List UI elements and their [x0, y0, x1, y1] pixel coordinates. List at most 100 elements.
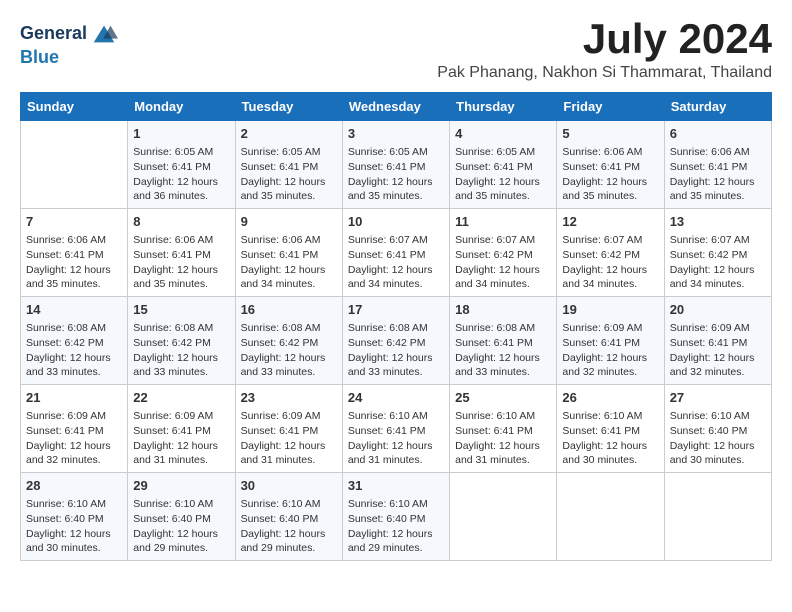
day-number: 26 — [562, 389, 658, 407]
day-number: 24 — [348, 389, 444, 407]
day-header-thursday: Thursday — [450, 93, 557, 121]
calendar-cell: 17Sunrise: 6:08 AMSunset: 6:42 PMDayligh… — [342, 297, 449, 385]
day-number: 31 — [348, 477, 444, 495]
day-number: 1 — [133, 125, 229, 143]
day-number: 30 — [241, 477, 337, 495]
calendar-cell: 27 Sunrise: 6:10 AMSunset: 6:40 PMDayligh… — [664, 385, 771, 473]
calendar-cell: 2 Sunrise: 6:05 AMSunset: 6:41 PMDaylight… — [235, 121, 342, 209]
calendar-cell: 31 Sunrise: 6:10 AMSunset: 6:40 PMDayligh… — [342, 472, 449, 560]
day-info: Sunrise: 6:10 AMSunset: 6:40 PMDaylight:… — [348, 497, 444, 556]
day-info: Sunrise: 6:10 AMSunset: 6:40 PMDaylight:… — [26, 497, 122, 556]
location-title: Pak Phanang, Nakhon Si Thammarat, Thaila… — [437, 64, 772, 82]
day-number: 12 — [562, 213, 658, 231]
calendar-cell: 9 Sunrise: 6:06 AMSunset: 6:41 PMDaylight… — [235, 209, 342, 297]
week-row-4: 21Sunrise: 6:09 AMSunset: 6:41 PMDayligh… — [21, 385, 772, 473]
calendar-cell: 25Sunrise: 6:10 AMSunset: 6:41 PMDayligh… — [450, 385, 557, 473]
calendar-cell: 29 Sunrise: 6:10 AMSunset: 6:40 PMDayligh… — [128, 472, 235, 560]
day-info: Sunrise: 6:06 AMSunset: 6:41 PMDaylight:… — [26, 233, 122, 292]
day-number: 15 — [133, 301, 229, 319]
day-info: Sunrise: 6:06 AMSunset: 6:41 PMDaylight:… — [670, 145, 766, 204]
calendar-cell: 3 Sunrise: 6:05 AMSunset: 6:41 PMDaylight… — [342, 121, 449, 209]
calendar-cell: 26 Sunrise: 6:10 AMSunset: 6:41 PMDayligh… — [557, 385, 664, 473]
day-number: 6 — [670, 125, 766, 143]
day-info: Sunrise: 6:10 AMSunset: 6:41 PMDaylight:… — [348, 409, 444, 468]
day-number: 25 — [455, 389, 551, 407]
calendar-cell: 16 Sunrise: 6:08 AMSunset: 6:42 PMDayligh… — [235, 297, 342, 385]
day-number: 3 — [348, 125, 444, 143]
day-number: 10 — [348, 213, 444, 231]
day-info: Sunrise: 6:08 AMSunset: 6:42 PMDaylight:… — [133, 321, 229, 380]
calendar-cell: 15 Sunrise: 6:08 AMSunset: 6:42 PMDayligh… — [128, 297, 235, 385]
day-number: 9 — [241, 213, 337, 231]
day-info: Sunrise: 6:09 AMSunset: 6:41 PMDaylight:… — [133, 409, 229, 468]
day-number: 19 — [562, 301, 658, 319]
day-info: Sunrise: 6:07 AMSunset: 6:42 PMDaylight:… — [455, 233, 551, 292]
calendar-cell: 22 Sunrise: 6:09 AMSunset: 6:41 PMDayligh… — [128, 385, 235, 473]
calendar-cell — [557, 472, 664, 560]
calendar-table: SundayMondayTuesdayWednesdayThursdayFrid… — [20, 92, 772, 561]
day-number: 13 — [670, 213, 766, 231]
week-row-1: 1 Sunrise: 6:05 AMSunset: 6:41 PMDaylight… — [21, 121, 772, 209]
week-row-3: 14 Sunrise: 6:08 AMSunset: 6:42 PMDayligh… — [21, 297, 772, 385]
calendar-cell: 6 Sunrise: 6:06 AMSunset: 6:41 PMDaylight… — [664, 121, 771, 209]
day-info: Sunrise: 6:06 AMSunset: 6:41 PMDaylight:… — [133, 233, 229, 292]
calendar-cell: 13 Sunrise: 6:07 AMSunset: 6:42 PMDayligh… — [664, 209, 771, 297]
calendar-cell: 30 Sunrise: 6:10 AMSunset: 6:40 PMDayligh… — [235, 472, 342, 560]
calendar-cell: 8 Sunrise: 6:06 AMSunset: 6:41 PMDaylight… — [128, 209, 235, 297]
calendar-cell: 11Sunrise: 6:07 AMSunset: 6:42 PMDayligh… — [450, 209, 557, 297]
calendar-cell: 14 Sunrise: 6:08 AMSunset: 6:42 PMDayligh… — [21, 297, 128, 385]
day-info: Sunrise: 6:10 AMSunset: 6:40 PMDaylight:… — [241, 497, 337, 556]
day-info: Sunrise: 6:10 AMSunset: 6:40 PMDaylight:… — [133, 497, 229, 556]
calendar-cell: 23 Sunrise: 6:09 AMSunset: 6:41 PMDayligh… — [235, 385, 342, 473]
day-number: 14 — [26, 301, 122, 319]
page-header: General Blue July 2024 Pak Phanang, Nakh… — [20, 16, 772, 82]
day-number: 29 — [133, 477, 229, 495]
day-info: Sunrise: 6:09 AMSunset: 6:41 PMDaylight:… — [241, 409, 337, 468]
week-row-2: 7Sunrise: 6:06 AMSunset: 6:41 PMDaylight… — [21, 209, 772, 297]
day-number: 8 — [133, 213, 229, 231]
day-info: Sunrise: 6:07 AMSunset: 6:42 PMDaylight:… — [562, 233, 658, 292]
day-info: Sunrise: 6:09 AMSunset: 6:41 PMDaylight:… — [26, 409, 122, 468]
header-row: SundayMondayTuesdayWednesdayThursdayFrid… — [21, 93, 772, 121]
day-header-sunday: Sunday — [21, 93, 128, 121]
title-area: July 2024 Pak Phanang, Nakhon Si Thammar… — [437, 16, 772, 82]
calendar-cell: 7Sunrise: 6:06 AMSunset: 6:41 PMDaylight… — [21, 209, 128, 297]
day-number: 16 — [241, 301, 337, 319]
day-header-friday: Friday — [557, 93, 664, 121]
calendar-cell: 20 Sunrise: 6:09 AMSunset: 6:41 PMDayligh… — [664, 297, 771, 385]
day-info: Sunrise: 6:05 AMSunset: 6:41 PMDaylight:… — [348, 145, 444, 204]
calendar-cell: 21Sunrise: 6:09 AMSunset: 6:41 PMDayligh… — [21, 385, 128, 473]
day-number: 22 — [133, 389, 229, 407]
day-number: 23 — [241, 389, 337, 407]
day-info: Sunrise: 6:06 AMSunset: 6:41 PMDaylight:… — [241, 233, 337, 292]
day-number: 28 — [26, 477, 122, 495]
day-info: Sunrise: 6:10 AMSunset: 6:41 PMDaylight:… — [562, 409, 658, 468]
calendar-cell: 24 Sunrise: 6:10 AMSunset: 6:41 PMDayligh… — [342, 385, 449, 473]
day-info: Sunrise: 6:07 AMSunset: 6:42 PMDaylight:… — [670, 233, 766, 292]
logo-blue: Blue — [20, 47, 59, 67]
day-info: Sunrise: 6:05 AMSunset: 6:41 PMDaylight:… — [455, 145, 551, 204]
day-number: 4 — [455, 125, 551, 143]
calendar-cell: 19 Sunrise: 6:09 AMSunset: 6:41 PMDayligh… — [557, 297, 664, 385]
day-number: 5 — [562, 125, 658, 143]
day-info: Sunrise: 6:09 AMSunset: 6:41 PMDaylight:… — [670, 321, 766, 380]
week-row-5: 28 Sunrise: 6:10 AMSunset: 6:40 PMDayligh… — [21, 472, 772, 560]
day-number: 2 — [241, 125, 337, 143]
day-info: Sunrise: 6:09 AMSunset: 6:41 PMDaylight:… — [562, 321, 658, 380]
calendar-cell — [664, 472, 771, 560]
calendar-cell — [450, 472, 557, 560]
day-info: Sunrise: 6:08 AMSunset: 6:42 PMDaylight:… — [348, 321, 444, 380]
calendar-cell: 18Sunrise: 6:08 AMSunset: 6:41 PMDayligh… — [450, 297, 557, 385]
calendar-cell: 28 Sunrise: 6:10 AMSunset: 6:40 PMDayligh… — [21, 472, 128, 560]
day-number: 27 — [670, 389, 766, 407]
day-info: Sunrise: 6:08 AMSunset: 6:42 PMDaylight:… — [26, 321, 122, 380]
month-title: July 2024 — [437, 16, 772, 62]
day-info: Sunrise: 6:08 AMSunset: 6:42 PMDaylight:… — [241, 321, 337, 380]
day-header-saturday: Saturday — [664, 93, 771, 121]
day-info: Sunrise: 6:05 AMSunset: 6:41 PMDaylight:… — [241, 145, 337, 204]
day-header-tuesday: Tuesday — [235, 93, 342, 121]
day-info: Sunrise: 6:08 AMSunset: 6:41 PMDaylight:… — [455, 321, 551, 380]
day-info: Sunrise: 6:10 AMSunset: 6:40 PMDaylight:… — [670, 409, 766, 468]
day-number: 20 — [670, 301, 766, 319]
calendar-cell — [21, 121, 128, 209]
